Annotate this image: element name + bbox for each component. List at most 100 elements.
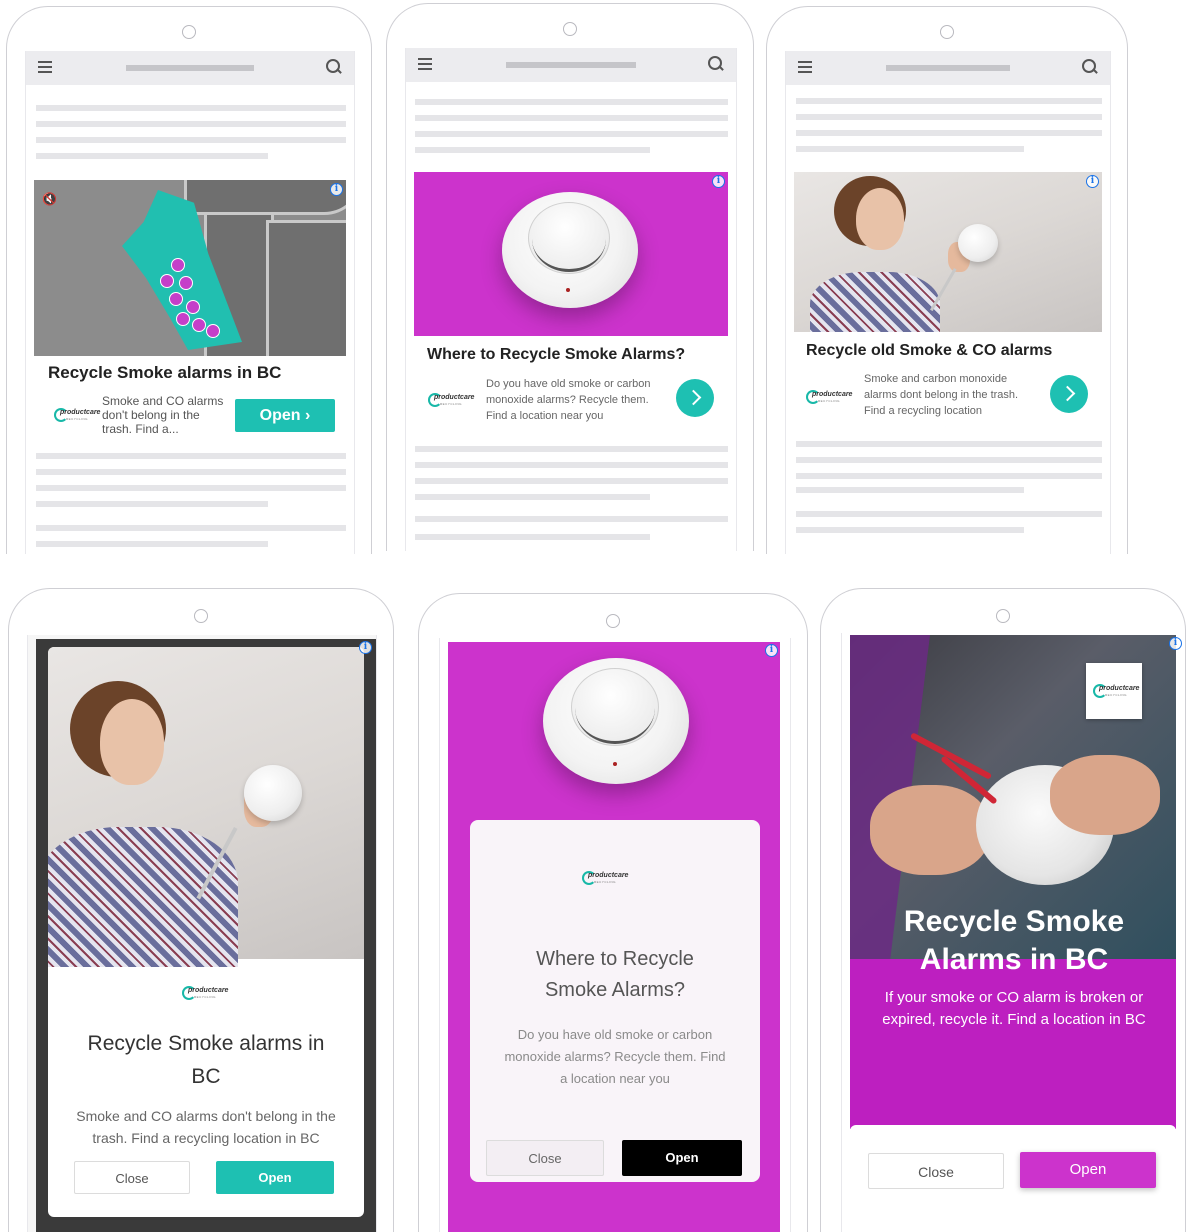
interstitial-card: productcare RECYCLING Where to Recycle Sm…: [470, 820, 760, 1182]
text-placeholder: [36, 153, 268, 159]
text-placeholder: [796, 511, 1102, 517]
productcare-logo: productcare RECYCLING: [428, 392, 474, 408]
open-button[interactable]: Open: [1020, 1152, 1156, 1188]
map-region: [184, 180, 346, 215]
close-button[interactable]: Close: [486, 1140, 604, 1176]
hamburger-menu-icon[interactable]: [38, 61, 52, 73]
productcare-logo: productcare RECYCLING: [182, 985, 228, 1001]
hamburger-menu-icon[interactable]: [418, 58, 432, 70]
text-placeholder: [796, 146, 1024, 152]
close-button[interactable]: Close: [74, 1161, 190, 1194]
camera-dot: [996, 609, 1010, 623]
open-button[interactable]: Open ›: [235, 399, 335, 432]
ad-title[interactable]: Where to Recycle Smoke Alarms?: [427, 346, 685, 364]
text-placeholder: [36, 105, 346, 111]
phone-mockup-5: i productcare RECYCLING Where to Recycle …: [418, 593, 808, 1232]
ad-description: Smoke and CO alarms don't belong in the …: [102, 394, 224, 436]
phone-mockup-2: i Where to Recycle Smoke Alarms? product…: [386, 3, 754, 551]
location-pin: [160, 274, 174, 288]
address-placeholder: [126, 65, 254, 71]
text-placeholder: [796, 487, 1024, 493]
phone-screen: i productcare RECYCLING Where to Recycle …: [439, 638, 791, 1232]
text-placeholder: [796, 457, 1102, 463]
text-placeholder: [36, 137, 346, 143]
address-placeholder: [886, 65, 1010, 71]
text-placeholder: [796, 527, 1024, 533]
productcare-logo: productcare RECYCLING: [1093, 683, 1139, 699]
ad-woman-photo[interactable]: [48, 647, 364, 967]
phone-mockup-4: productcare RECYCLING Recycle Smoke alarm…: [8, 588, 394, 1232]
text-placeholder: [796, 114, 1102, 120]
ad-info-icon[interactable]: i: [765, 644, 778, 657]
phone-screen: i Where to Recycle Smoke Alarms? product…: [405, 48, 737, 551]
chevron-right-icon[interactable]: [676, 379, 714, 417]
location-pin: [169, 292, 183, 306]
magenta-panel: [850, 959, 1176, 1129]
ad-description: If your smoke or CO alarm is broken or e…: [882, 989, 1146, 1028]
location-pin: [186, 300, 200, 314]
hamburger-menu-icon[interactable]: [798, 61, 812, 73]
browser-header: [786, 51, 1110, 85]
phone-mockup-3: i Recycle old Smoke & CO alarms productc…: [766, 6, 1128, 554]
mute-icon[interactable]: 🔇: [42, 192, 64, 206]
ad-title[interactable]: Recycle Smoke alarms in BC: [72, 1027, 340, 1093]
location-pin: [176, 312, 190, 326]
location-pin: [192, 318, 206, 332]
text-placeholder: [36, 525, 346, 531]
text-placeholder: [415, 534, 650, 540]
text-placeholder: [36, 501, 268, 507]
text-placeholder: [36, 469, 346, 475]
address-placeholder: [506, 62, 636, 68]
open-button[interactable]: Open: [622, 1140, 742, 1176]
text-placeholder: [415, 462, 728, 468]
search-icon[interactable]: [1082, 59, 1098, 75]
phone-mockup-6: productcare RECYCLING i Recycle Smoke Ala…: [820, 588, 1186, 1232]
camera-dot: [182, 25, 196, 39]
phone-screen: i Recycle old Smoke & CO alarms productc…: [785, 51, 1111, 554]
ad-title[interactable]: Recycle old Smoke & CO alarms: [806, 342, 1052, 360]
ad-info-icon[interactable]: i: [712, 175, 725, 188]
ad-description: Do you have old smoke or carbon monoxide…: [504, 1027, 726, 1086]
text-placeholder: [415, 516, 728, 522]
text-placeholder: [415, 131, 728, 137]
location-pin: [179, 276, 193, 290]
text-placeholder: [796, 130, 1102, 136]
browser-header: [406, 48, 736, 82]
close-button[interactable]: Close: [868, 1153, 1004, 1189]
text-placeholder: [415, 99, 728, 105]
text-placeholder: [415, 115, 728, 121]
ad-title[interactable]: Recycle Smoke alarms in BC: [48, 363, 281, 383]
search-icon[interactable]: [326, 59, 342, 75]
productcare-logo: productcare RECYCLING: [54, 407, 100, 423]
text-placeholder: [796, 473, 1102, 479]
ad-detector-image[interactable]: i: [414, 172, 728, 336]
phone-mockup-1: 🔇 i Recycle Smoke alarms in BC productca…: [6, 6, 372, 554]
ad-description: Smoke and carbon monoxide alarms dont be…: [864, 373, 1019, 417]
search-icon[interactable]: [708, 56, 724, 72]
ad-title[interactable]: Where to Recycle Smoke Alarms?: [520, 944, 710, 1006]
text-placeholder: [415, 494, 650, 500]
map-region: [266, 220, 346, 356]
text-placeholder: [415, 478, 728, 484]
ad-info-icon[interactable]: i: [359, 641, 372, 654]
open-button[interactable]: Open: [216, 1161, 334, 1194]
text-placeholder: [415, 147, 650, 153]
productcare-logo: productcare RECYCLING: [582, 870, 628, 886]
ad-info-icon[interactable]: i: [1086, 175, 1099, 188]
location-pin: [206, 324, 220, 338]
ad-description: Do you have old smoke or carbon monoxide…: [486, 378, 651, 422]
text-placeholder: [36, 121, 346, 127]
ad-info-icon[interactable]: i: [330, 183, 343, 196]
chevron-right-icon[interactable]: [1050, 375, 1088, 413]
camera-dot: [563, 22, 577, 36]
ad-map-image[interactable]: 🔇 i: [34, 180, 346, 356]
ad-woman-photo[interactable]: i: [794, 172, 1102, 332]
ad-title[interactable]: Recycle Smoke Alarms in BC: [882, 903, 1146, 979]
text-placeholder: [36, 453, 346, 459]
phone-screen: 🔇 i Recycle Smoke alarms in BC productca…: [25, 51, 355, 554]
ad-info-icon[interactable]: i: [1169, 637, 1182, 650]
phone-screen: productcare RECYCLING Recycle Smoke alarm…: [27, 635, 377, 1232]
ad-description: Smoke and CO alarms don't belong in the …: [76, 1108, 336, 1146]
brand-badge: productcare RECYCLING: [1086, 663, 1142, 719]
camera-dot: [606, 614, 620, 628]
